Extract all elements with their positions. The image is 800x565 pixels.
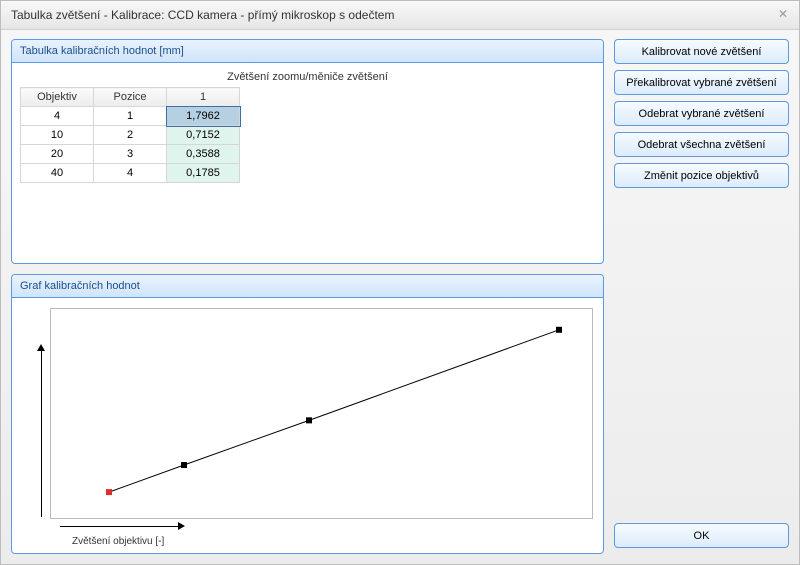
col-position[interactable]: Pozice xyxy=(94,88,167,107)
close-icon[interactable]: ✕ xyxy=(773,5,793,23)
y-axis-arrow-icon xyxy=(38,349,46,517)
x-axis-arrow-icon xyxy=(60,523,180,531)
data-point[interactable] xyxy=(306,417,312,423)
calibration-table-title: Tabulka kalibračních hodnot [mm] xyxy=(12,40,603,63)
calibration-table[interactable]: Objektiv Pozice 1 411,79621020,71522030,… xyxy=(20,87,240,183)
table-row[interactable]: 411,7962 xyxy=(21,107,240,126)
data-point[interactable] xyxy=(556,327,562,333)
calibration-plot[interactable] xyxy=(50,308,593,519)
calibration-graph-panel: Graf kalibračních hodnot 1/kalibrační ho… xyxy=(11,274,604,554)
recalibrate-selected-button[interactable]: Překalibrovat vybrané zvětšení xyxy=(614,70,789,95)
data-point[interactable] xyxy=(106,489,112,495)
x-axis-label: Zvětšení objektivu [-] xyxy=(72,536,164,547)
cell-objective[interactable]: 20 xyxy=(21,145,94,164)
cell-value[interactable]: 0,7152 xyxy=(167,126,240,145)
window-title: Tabulka zvětšení - Kalibrace: CCD kamera… xyxy=(11,8,394,22)
zoom-caption: Zvětšení zoomu/měniče zvětšení xyxy=(20,71,595,83)
cell-objective[interactable]: 40 xyxy=(21,164,94,183)
titlebar[interactable]: Tabulka zvětšení - Kalibrace: CCD kamera… xyxy=(1,1,799,30)
button-column: Kalibrovat nové zvětšení Překalibrovat v… xyxy=(614,39,789,554)
col-zoom-1[interactable]: 1 xyxy=(167,88,240,107)
dialog-window: Tabulka zvětšení - Kalibrace: CCD kamera… xyxy=(0,0,800,565)
cell-objective[interactable]: 10 xyxy=(21,126,94,145)
table-row[interactable]: 4040,1785 xyxy=(21,164,240,183)
data-point[interactable] xyxy=(181,462,187,468)
ok-button[interactable]: OK xyxy=(614,523,789,548)
table-row[interactable]: 2030,3588 xyxy=(21,145,240,164)
cell-value[interactable]: 0,3588 xyxy=(167,145,240,164)
remove-all-button[interactable]: Odebrat všechna zvětšení xyxy=(614,132,789,157)
calibration-graph-title: Graf kalibračních hodnot xyxy=(12,275,603,298)
table-header-row: Objektiv Pozice 1 xyxy=(21,88,240,107)
calibrate-new-button[interactable]: Kalibrovat nové zvětšení xyxy=(614,39,789,64)
col-objective[interactable]: Objektiv xyxy=(21,88,94,107)
calibration-table-panel: Tabulka kalibračních hodnot [mm] Zvětšen… xyxy=(11,39,604,264)
change-positions-button[interactable]: Změnit pozice objektivů xyxy=(614,163,789,188)
cell-position[interactable]: 4 xyxy=(94,164,167,183)
table-row[interactable]: 1020,7152 xyxy=(21,126,240,145)
cell-objective[interactable]: 4 xyxy=(21,107,94,126)
cell-value[interactable]: 1,7962 xyxy=(167,107,240,126)
remove-selected-button[interactable]: Odebrat vybrané zvětšení xyxy=(614,101,789,126)
cell-value[interactable]: 0,1785 xyxy=(167,164,240,183)
cell-position[interactable]: 1 xyxy=(94,107,167,126)
cell-position[interactable]: 2 xyxy=(94,126,167,145)
cell-position[interactable]: 3 xyxy=(94,145,167,164)
plot-svg xyxy=(51,309,592,518)
content-area: Tabulka kalibračních hodnot [mm] Zvětšen… xyxy=(1,29,799,564)
